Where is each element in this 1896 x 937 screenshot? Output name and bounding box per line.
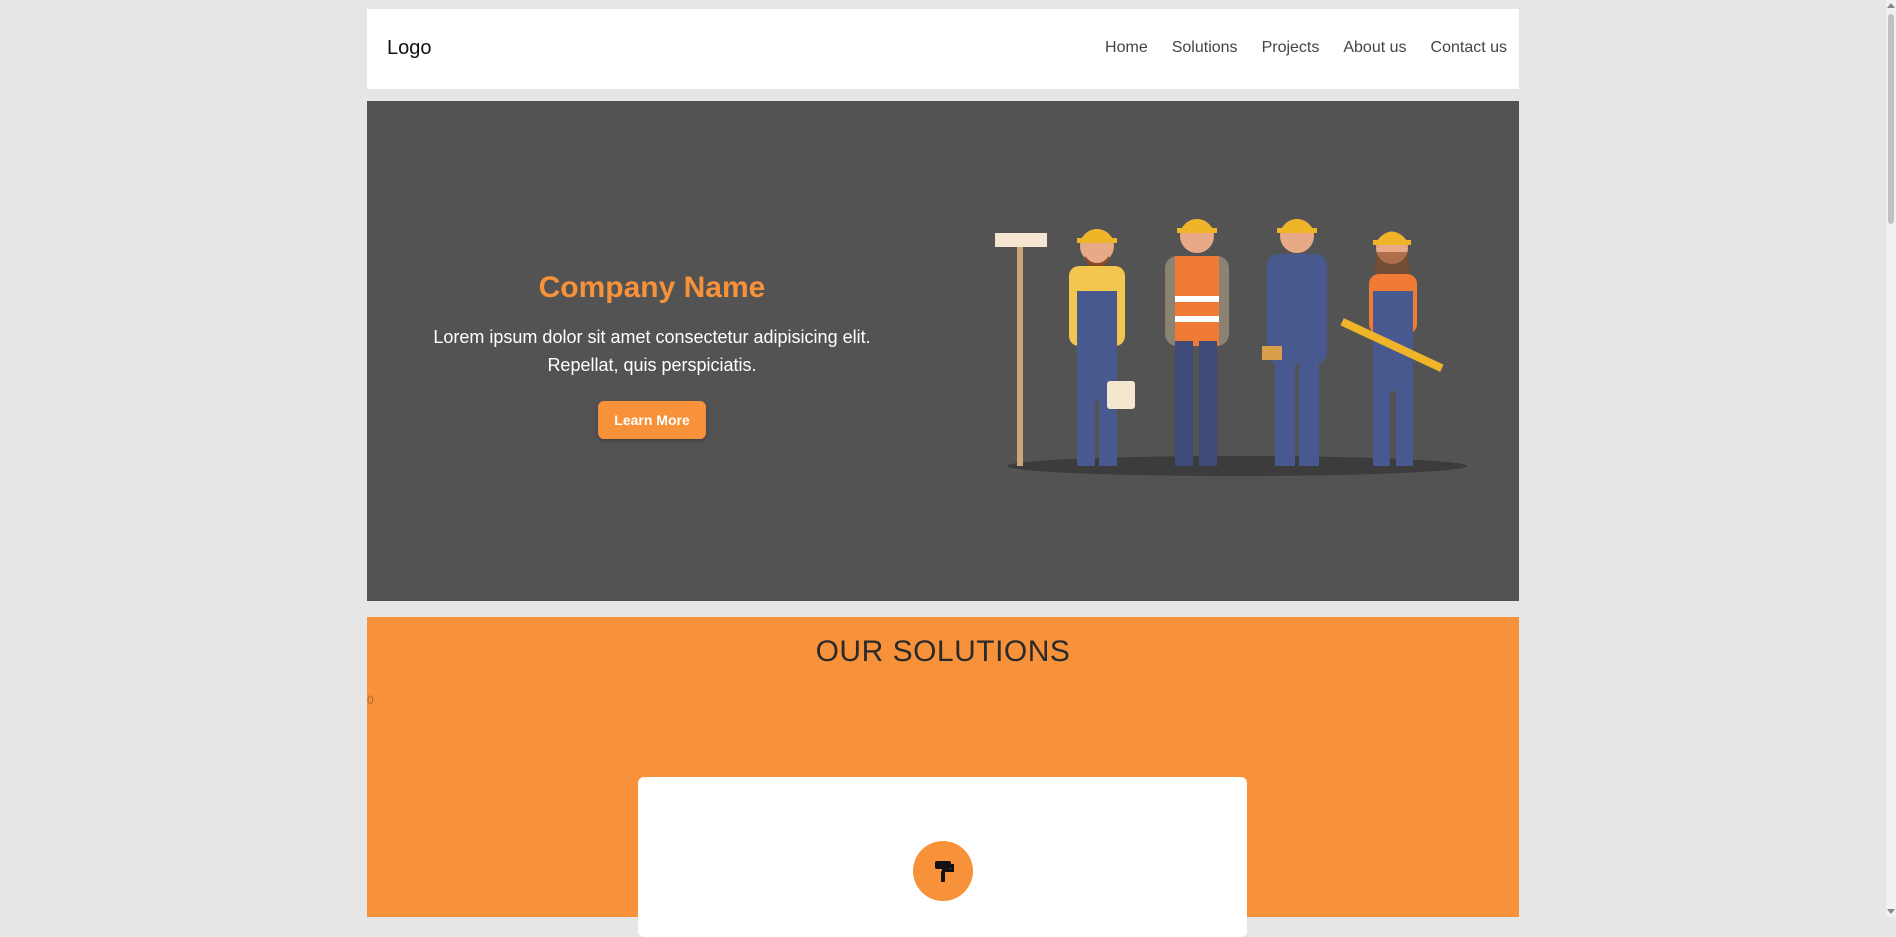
company-name: Company Name [538, 271, 766, 304]
nav-link-contact[interactable]: Contact us [1431, 39, 1507, 57]
solutions-title: OUR SOLUTIONS [815, 635, 1071, 668]
solution-card[interactable] [638, 777, 1247, 937]
scroll-thumb[interactable] [1888, 14, 1894, 224]
learn-more-button[interactable]: Learn More [598, 401, 706, 439]
nav-links: Home Solutions Projects About us Contact… [1105, 39, 1507, 57]
worker-4 [1340, 231, 1444, 466]
scroll-down-icon[interactable] [1887, 909, 1895, 914]
navbar: Logo Home Solutions Projects About us Co… [367, 9, 1519, 89]
worker-2 [1165, 219, 1229, 466]
logo[interactable]: Logo [387, 37, 432, 60]
solutions-section: OUR SOLUTIONS 0 [367, 617, 1519, 937]
hero-section: Company Name Lorem ipsum dolor sit amet … [367, 101, 1519, 601]
nav-link-about[interactable]: About us [1343, 39, 1406, 57]
construction-workers-illustration [995, 219, 1467, 476]
nav-link-projects[interactable]: Projects [1262, 39, 1320, 57]
paint-roller-icon [913, 841, 973, 901]
page-scrollbar[interactable] [1886, 0, 1896, 917]
scroll-up-icon[interactable] [1887, 3, 1895, 8]
hero-text: Company Name Lorem ipsum dolor sit amet … [407, 271, 897, 439]
nav-link-home[interactable]: Home [1105, 39, 1148, 57]
worker-1 [1069, 229, 1135, 466]
worker-3 [1262, 219, 1327, 466]
nav-link-solutions[interactable]: Solutions [1172, 39, 1238, 57]
stray-text: 0 [367, 693, 374, 707]
hero-description: Lorem ipsum dolor sit amet consectetur a… [433, 327, 871, 375]
